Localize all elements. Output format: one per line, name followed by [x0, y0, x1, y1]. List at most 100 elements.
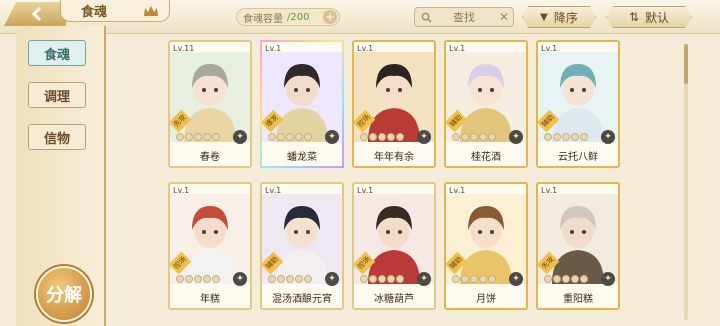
star-icon	[470, 133, 478, 141]
card-level: Lv.1	[173, 186, 190, 195]
star-icon	[203, 133, 211, 141]
character-card[interactable]: Lv.1 辅助 ✦ 桂花酒	[444, 40, 528, 168]
card-level: Lv.1	[541, 186, 558, 195]
star-icon	[479, 275, 487, 283]
character-card[interactable]: Lv.1 控场 ✦ 年糕	[168, 182, 252, 310]
card-name: 年糕	[170, 286, 250, 308]
star-icon	[544, 133, 552, 141]
star-icon	[488, 133, 496, 141]
star-icon	[488, 275, 496, 283]
star-rating	[268, 275, 312, 283]
star-icon	[387, 133, 395, 141]
capacity-count: /200	[287, 11, 310, 23]
character-card[interactable]: Lv.11 先攻 ✦ 春卷	[168, 40, 252, 168]
character-card[interactable]: Lv.1 控场 ✦ 年年有余	[352, 40, 436, 168]
star-icon	[553, 275, 561, 283]
star-icon	[470, 275, 478, 283]
star-rating	[544, 133, 588, 141]
card-grid: Lv.11 先攻 ✦ 春卷 Lv.1 爆发 ✦ 蟠龙菜 Lv.1 控场 ✦ 年年…	[160, 38, 680, 326]
star-icon	[304, 133, 312, 141]
top-bar: 食魂 食魂容量 /200 + 查找 ✕ ▼ 降序 ⇅ 默认	[0, 0, 720, 34]
star-icon	[479, 133, 487, 141]
swap-icon: ⇅	[628, 10, 640, 24]
card-level: Lv.1	[449, 186, 466, 195]
search-placeholder: 查找	[453, 11, 475, 24]
card-level: Lv.1	[265, 186, 282, 195]
character-card[interactable]: Lv.1 控场 ✦ 冰糖葫芦	[352, 182, 436, 310]
card-name: 月饼	[446, 286, 526, 308]
card-name: 重阳糕	[538, 286, 618, 308]
card-name: 云托八鲜	[538, 144, 618, 166]
star-icon	[553, 133, 561, 141]
star-icon	[396, 275, 404, 283]
star-rating	[176, 133, 220, 141]
element-icon: ✦	[325, 130, 339, 144]
star-icon	[452, 133, 460, 141]
sort-mode-label: 默认	[645, 10, 670, 25]
star-icon	[571, 275, 579, 283]
sidebar-item-token[interactable]: 信物	[28, 124, 86, 150]
star-icon	[571, 133, 579, 141]
character-card[interactable]: Lv.1 辅助 ✦ 混汤酒酿元宵	[260, 182, 344, 310]
star-icon	[304, 275, 312, 283]
search-icon	[421, 12, 432, 23]
star-icon	[185, 133, 193, 141]
decompose-button[interactable]: 分解	[36, 266, 92, 322]
sort-order-button[interactable]: ▼ 降序	[522, 6, 596, 28]
sort-mode-button[interactable]: ⇅ 默认	[606, 6, 692, 28]
star-icon	[286, 275, 294, 283]
card-name: 冰糖葫芦	[354, 286, 434, 308]
sidebar: 食魂 调理 信物 分解	[16, 26, 106, 326]
character-card[interactable]: Lv.1 辅助 ✦ 云托八鲜	[536, 40, 620, 168]
star-icon	[360, 133, 368, 141]
card-name: 桂花酒	[446, 144, 526, 166]
clear-search-icon[interactable]: ✕	[499, 10, 509, 24]
card-level: Lv.1	[265, 44, 282, 53]
star-icon	[461, 275, 469, 283]
star-icon	[277, 275, 285, 283]
card-level: Lv.1	[357, 186, 374, 195]
capacity-label: 食魂容量	[243, 13, 283, 25]
star-icon	[286, 133, 294, 141]
element-icon: ✦	[325, 272, 339, 286]
search-input[interactable]: 查找 ✕	[414, 7, 514, 27]
star-icon	[544, 275, 552, 283]
star-icon	[387, 275, 395, 283]
character-card[interactable]: Lv.1 辅助 ✦ 月饼	[444, 182, 528, 310]
sort-order-label: 降序	[553, 10, 578, 25]
star-icon	[461, 133, 469, 141]
star-rating	[268, 133, 312, 141]
star-icon	[580, 133, 588, 141]
scrollbar-thumb[interactable]	[684, 44, 688, 84]
sidebar-item-soul[interactable]: 食魂	[28, 40, 86, 66]
star-icon	[212, 133, 220, 141]
card-level: Lv.11	[173, 44, 195, 53]
star-icon	[277, 133, 285, 141]
scrollbar[interactable]	[684, 44, 688, 320]
character-card[interactable]: Lv.1 先攻 ✦ 重阳糕	[536, 182, 620, 310]
sidebar-item-cook[interactable]: 调理	[28, 82, 86, 108]
star-icon	[176, 275, 184, 283]
card-level: Lv.1	[541, 44, 558, 53]
card-name: 蟠龙菜	[262, 144, 342, 166]
add-capacity-button[interactable]: +	[323, 10, 337, 24]
crown-icon	[144, 6, 158, 16]
star-rating	[176, 275, 220, 283]
back-arrow-icon	[31, 6, 42, 22]
star-icon	[378, 275, 386, 283]
star-rating	[452, 133, 496, 141]
element-icon: ✦	[233, 272, 247, 286]
star-icon	[396, 133, 404, 141]
element-icon: ✦	[417, 130, 431, 144]
star-icon	[295, 133, 303, 141]
capacity-indicator: 食魂容量 /200 +	[236, 8, 340, 26]
star-rating	[544, 275, 588, 283]
star-rating	[360, 133, 404, 141]
card-level: Lv.1	[357, 44, 374, 53]
star-icon	[268, 133, 276, 141]
star-rating	[360, 275, 404, 283]
star-rating	[452, 275, 496, 283]
star-icon	[268, 275, 276, 283]
character-card[interactable]: Lv.1 爆发 ✦ 蟠龙菜	[260, 40, 344, 168]
star-icon	[194, 275, 202, 283]
